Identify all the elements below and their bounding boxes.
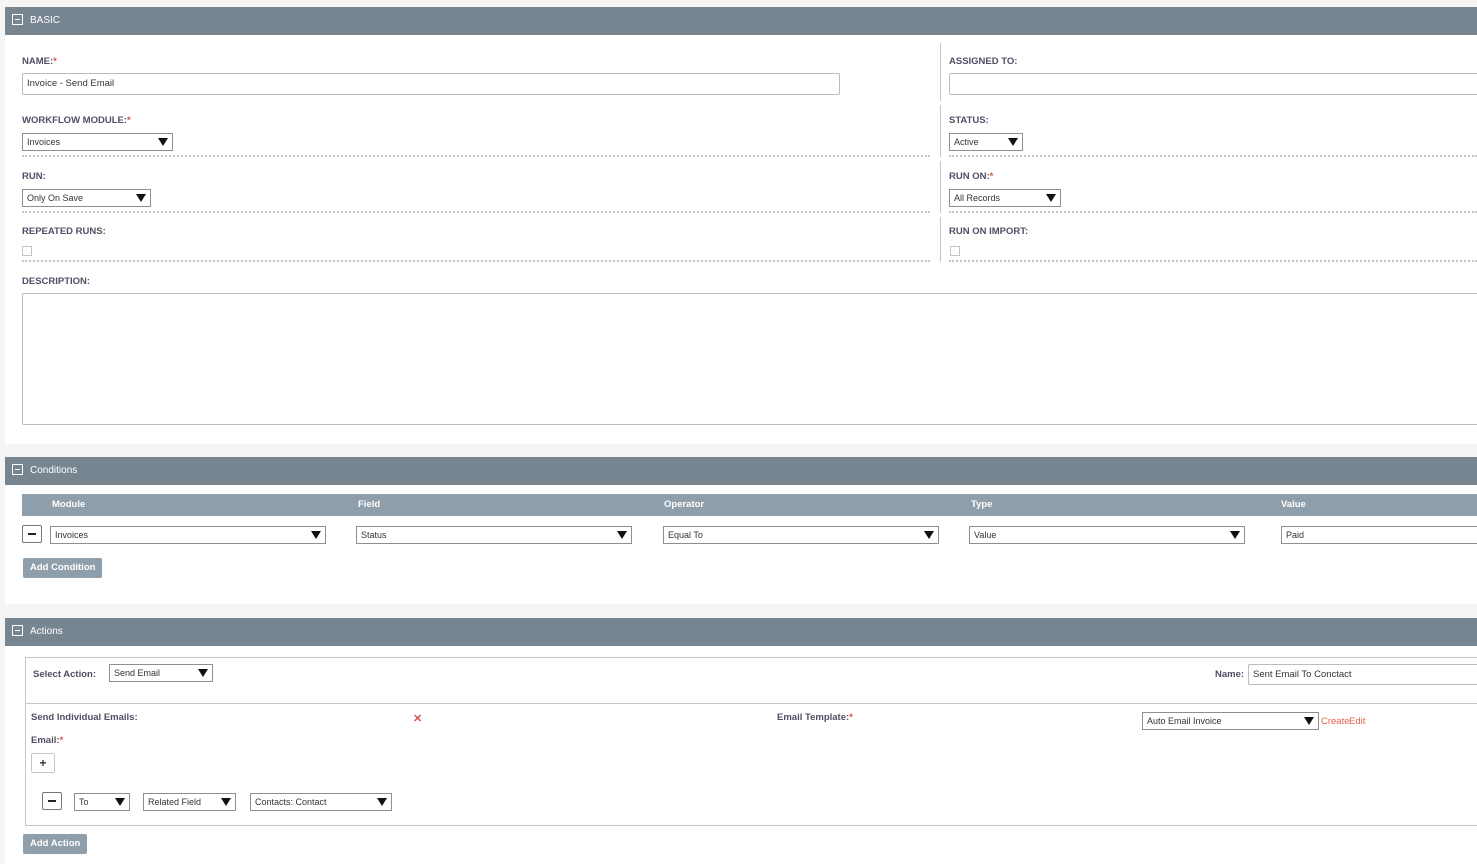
run-on-import-checkbox[interactable]	[950, 246, 960, 256]
select-action-label: Select Action:	[33, 669, 96, 680]
dropdown-arrow-icon	[377, 798, 387, 806]
dropdown-arrow-icon	[617, 531, 627, 539]
column-divider	[940, 161, 941, 213]
select-value: Value	[974, 530, 997, 540]
column-divider	[940, 105, 941, 157]
divider	[22, 211, 930, 213]
dropdown-arrow-icon	[1046, 194, 1056, 202]
dropdown-arrow-icon	[136, 194, 146, 202]
dropdown-arrow-icon	[1230, 531, 1240, 539]
dropdown-arrow-icon	[1304, 717, 1314, 725]
basic-panel-header[interactable]: BASIC	[5, 7, 1477, 35]
send-individual-emails-label: Send Individual Emails:	[31, 712, 138, 723]
select-value: Only On Save	[27, 193, 84, 203]
create-template-link[interactable]: Create	[1321, 716, 1350, 727]
action-name-input[interactable]: Sent Email To Conctact	[1248, 664, 1477, 685]
email-type-select[interactable]: Related Field	[143, 793, 236, 811]
run-on-import-label: RUN ON IMPORT:	[949, 226, 1029, 237]
add-action-button[interactable]: Add Action	[23, 834, 88, 854]
action-name-label: Name:	[1215, 669, 1245, 680]
edit-template-link[interactable]: Edit	[1349, 716, 1365, 727]
email-template-select[interactable]: Auto Email Invoice	[1142, 712, 1319, 730]
dropdown-arrow-icon	[158, 138, 168, 146]
column-header-module: Module	[52, 499, 86, 510]
condition-operator-select[interactable]: Equal To	[663, 526, 939, 544]
column-header-type: Type	[971, 499, 993, 510]
run-select[interactable]: Only On Save	[22, 189, 151, 207]
divider	[949, 260, 1477, 262]
conditions-table-header: Module Field Operator Type Value	[22, 494, 1477, 516]
divider	[22, 155, 930, 157]
select-value: Status	[361, 530, 387, 540]
dropdown-arrow-icon	[221, 798, 231, 806]
column-header-value: Value	[1281, 499, 1306, 510]
dropdown-arrow-icon	[1008, 138, 1018, 146]
status-label: STATUS:	[949, 115, 989, 126]
send-individual-x-icon[interactable]: ✕	[413, 712, 422, 725]
repeated-runs-label: REPEATED RUNS:	[22, 226, 106, 237]
conditions-panel-header[interactable]: Conditions	[5, 457, 1477, 485]
name-input[interactable]: Invoice - Send Email	[22, 73, 840, 95]
panel-title: Actions	[30, 626, 63, 637]
divider	[949, 211, 1477, 213]
dropdown-arrow-icon	[924, 531, 934, 539]
select-value: Send Email	[114, 668, 161, 678]
dropdown-arrow-icon	[198, 669, 208, 677]
description-textarea[interactable]	[22, 293, 1477, 425]
run-on-label: RUN ON:*	[949, 171, 994, 182]
select-value: Auto Email Invoice	[1147, 716, 1222, 726]
actions-panel-header[interactable]: Actions	[5, 618, 1477, 646]
collapse-icon[interactable]	[12, 625, 23, 636]
name-label: NAME:*	[22, 56, 57, 67]
add-condition-button[interactable]: Add Condition	[23, 558, 103, 578]
select-action-select[interactable]: Send Email	[109, 664, 213, 682]
email-to-select[interactable]: To	[74, 793, 130, 811]
collapse-icon[interactable]	[12, 14, 23, 25]
divider	[26, 703, 1477, 704]
panel-title: BASIC	[30, 15, 61, 26]
condition-type-select[interactable]: Value	[969, 526, 1245, 544]
email-field-select[interactable]: Contacts: Contact	[250, 793, 392, 811]
divider	[22, 260, 930, 262]
column-divider	[940, 217, 941, 262]
select-value: Related Field	[148, 797, 202, 807]
add-email-button[interactable]: +	[31, 753, 55, 773]
dropdown-arrow-icon	[311, 531, 321, 539]
workflow-module-select[interactable]: Invoices	[22, 133, 173, 151]
status-select[interactable]: Active	[949, 133, 1023, 151]
collapse-icon[interactable]	[12, 464, 23, 475]
column-header-field: Field	[358, 499, 381, 510]
run-label: RUN:	[22, 171, 46, 182]
assigned-to-input[interactable]	[949, 73, 1477, 95]
select-value: Invoices	[27, 137, 61, 147]
select-value: To	[79, 797, 89, 807]
email-template-label: Email Template:*	[777, 712, 853, 723]
assigned-to-label: ASSIGNED TO:	[949, 56, 1018, 67]
condition-module-select[interactable]: Invoices	[50, 526, 326, 544]
run-on-select[interactable]: All Records	[949, 189, 1061, 207]
select-value: Contacts: Contact	[255, 797, 327, 807]
column-header-operator: Operator	[664, 499, 705, 510]
workflow-module-label: WORKFLOW MODULE:*	[22, 115, 131, 126]
select-value: Active	[954, 137, 979, 147]
description-label: DESCRIPTION:	[22, 276, 91, 287]
dropdown-arrow-icon	[115, 798, 125, 806]
select-value: Equal To	[668, 530, 703, 540]
remove-email-button[interactable]	[42, 792, 62, 810]
email-label: Email:*	[31, 735, 64, 746]
divider	[949, 155, 1477, 157]
select-value: All Records	[954, 193, 1001, 203]
panel-title: Conditions	[30, 465, 78, 476]
column-divider	[940, 43, 941, 101]
repeated-runs-checkbox[interactable]	[22, 246, 32, 256]
condition-value-input[interactable]: Paid	[1281, 526, 1477, 544]
condition-field-select[interactable]: Status	[356, 526, 632, 544]
select-value: Invoices	[55, 530, 89, 540]
remove-condition-button[interactable]	[22, 525, 42, 543]
